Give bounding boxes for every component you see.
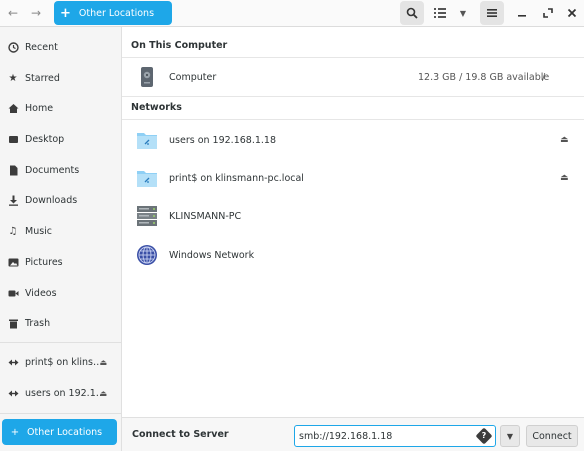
chevron-down-icon: ▼ <box>506 431 514 441</box>
maximize-icon <box>543 8 553 18</box>
location-name: Computer <box>169 71 217 83</box>
section-title-networks: Networks <box>131 102 182 113</box>
download-icon <box>7 194 19 206</box>
back-button[interactable]: ← <box>3 3 23 23</box>
sidebar-divider <box>0 413 121 414</box>
maximize-button[interactable] <box>538 3 558 23</box>
sidebar-item-home[interactable]: Home <box>0 95 121 121</box>
sidebar-item-videos[interactable]: Videos <box>0 280 121 306</box>
network-folder-icon <box>137 133 157 149</box>
connect-to-server-label: Connect to Server <box>132 429 229 440</box>
star-icon: ★ <box>8 72 18 84</box>
location-row-computer[interactable]: Computer 12.3 GB / 19.8 GB available / <box>122 58 584 96</box>
eject-icon[interactable]: ⏏ <box>560 173 569 183</box>
eject-icon[interactable]: ⏏ <box>560 135 569 145</box>
network-row-windows-network[interactable]: Windows Network <box>122 236 584 274</box>
sidebar-item-pictures[interactable]: Pictures <box>0 249 121 275</box>
network-icon <box>7 356 19 368</box>
server-address-input[interactable] <box>294 425 496 447</box>
desktop-icon <box>7 133 19 145</box>
sidebar-item-label: Downloads <box>25 194 78 206</box>
sidebar-item-label: Trash <box>25 317 51 329</box>
sidebar-item-label: Starred <box>25 72 60 84</box>
section-divider <box>122 96 584 97</box>
server-icon <box>137 206 157 226</box>
main-menu-button[interactable] <box>480 1 504 25</box>
arrow-right-icon: → <box>30 6 42 20</box>
mount-path: / <box>542 71 546 83</box>
sidebar-item-label: Music <box>25 225 53 237</box>
search-icon <box>406 7 418 19</box>
hard-drive-icon <box>141 67 153 87</box>
sidebar-divider <box>0 342 121 343</box>
sidebar-item-label: Home <box>25 102 54 114</box>
location-name: print$ on klinsmann-pc.local <box>169 172 304 184</box>
network-row-print[interactable]: print$ on klinsmann-pc.local ⏏ <box>122 159 584 197</box>
minimize-button[interactable] <box>512 3 532 23</box>
sidebar-item-print-share[interactable]: print$ on klins… ⏏ <box>0 349 121 375</box>
plus-icon: + <box>10 426 20 438</box>
sidebar-item-label: Pictures <box>25 256 63 268</box>
video-icon <box>7 287 19 299</box>
plus-icon: + <box>60 5 71 21</box>
sidebar-item-label: Videos <box>25 287 57 299</box>
location-path-label: Other Locations <box>78 7 155 19</box>
list-view-icon <box>434 8 446 18</box>
close-button[interactable] <box>562 3 582 23</box>
network-row-users[interactable]: users on 192.168.1.18 ⏏ <box>122 121 584 159</box>
eject-icon[interactable]: ⏏ <box>99 358 107 367</box>
sidebar-item-other-locations[interactable]: + Other Locations <box>2 419 117 445</box>
eject-icon[interactable]: ⏏ <box>99 389 107 398</box>
sidebar-item-label: Documents <box>25 164 80 176</box>
hamburger-menu-icon <box>487 9 497 17</box>
location-name: Windows Network <box>169 249 255 261</box>
sidebar-item-starred[interactable]: ★ Starred <box>0 65 121 91</box>
main-content: On This Computer Computer 12.3 GB / 19.8… <box>122 27 584 417</box>
sidebar-item-users-share[interactable]: users on 192.1… ⏏ <box>0 380 121 406</box>
disk-usage-text: 12.3 GB / 19.8 GB available <box>418 71 550 83</box>
document-icon <box>7 164 19 176</box>
sidebar-item-label: Recent <box>25 41 58 53</box>
sidebar-item-trash[interactable]: Trash <box>0 310 121 336</box>
sidebar-item-downloads[interactable]: Downloads <box>0 187 121 213</box>
view-options-dropdown[interactable]: ▼ <box>454 3 472 23</box>
sidebar-item-label: Desktop <box>25 133 65 145</box>
sidebar: Recent ★ Starred Home Desktop Documents … <box>0 27 122 451</box>
clock-icon <box>7 41 19 53</box>
search-button[interactable] <box>400 1 424 25</box>
home-icon <box>7 102 19 114</box>
chevron-down-icon: ▼ <box>459 8 467 18</box>
connect-to-server-bar: Connect to Server ? ▼ Connect <box>122 417 584 451</box>
picture-icon <box>7 256 19 268</box>
sidebar-item-recent[interactable]: Recent <box>0 34 121 60</box>
sidebar-item-label: users on 192.1… <box>25 387 106 399</box>
globe-icon <box>137 245 157 265</box>
network-folder-icon <box>137 171 157 187</box>
trash-icon <box>7 317 19 329</box>
location-name: users on 192.168.1.18 <box>169 134 277 146</box>
sidebar-item-documents[interactable]: Documents <box>0 157 121 183</box>
sidebar-item-music[interactable]: ♫ Music <box>0 218 121 244</box>
help-icon[interactable]: ? <box>475 427 493 445</box>
section-title-on-this-computer: On This Computer <box>131 40 228 51</box>
arrow-left-icon: ← <box>7 6 19 20</box>
network-icon <box>7 387 19 399</box>
header-bar: ← → + Other Locations ▼ <box>0 0 584 27</box>
recent-servers-dropdown[interactable]: ▼ <box>500 425 520 447</box>
minimize-icon <box>518 15 526 17</box>
section-divider <box>122 119 584 120</box>
view-toggle-button[interactable] <box>430 3 450 23</box>
close-icon <box>567 8 577 18</box>
sidebar-item-desktop[interactable]: Desktop <box>0 126 121 152</box>
location-name: KLINSMANN-PC <box>169 210 242 222</box>
location-path-button[interactable]: + Other Locations <box>54 1 172 25</box>
network-row-klinsmann-pc[interactable]: KLINSMANN-PC <box>122 197 584 235</box>
forward-button[interactable]: → <box>26 3 46 23</box>
connect-button[interactable]: Connect <box>526 425 578 447</box>
sidebar-item-label: print$ on klins… <box>25 356 103 368</box>
sidebar-item-label: Other Locations <box>27 426 103 438</box>
music-icon: ♫ <box>8 225 18 237</box>
